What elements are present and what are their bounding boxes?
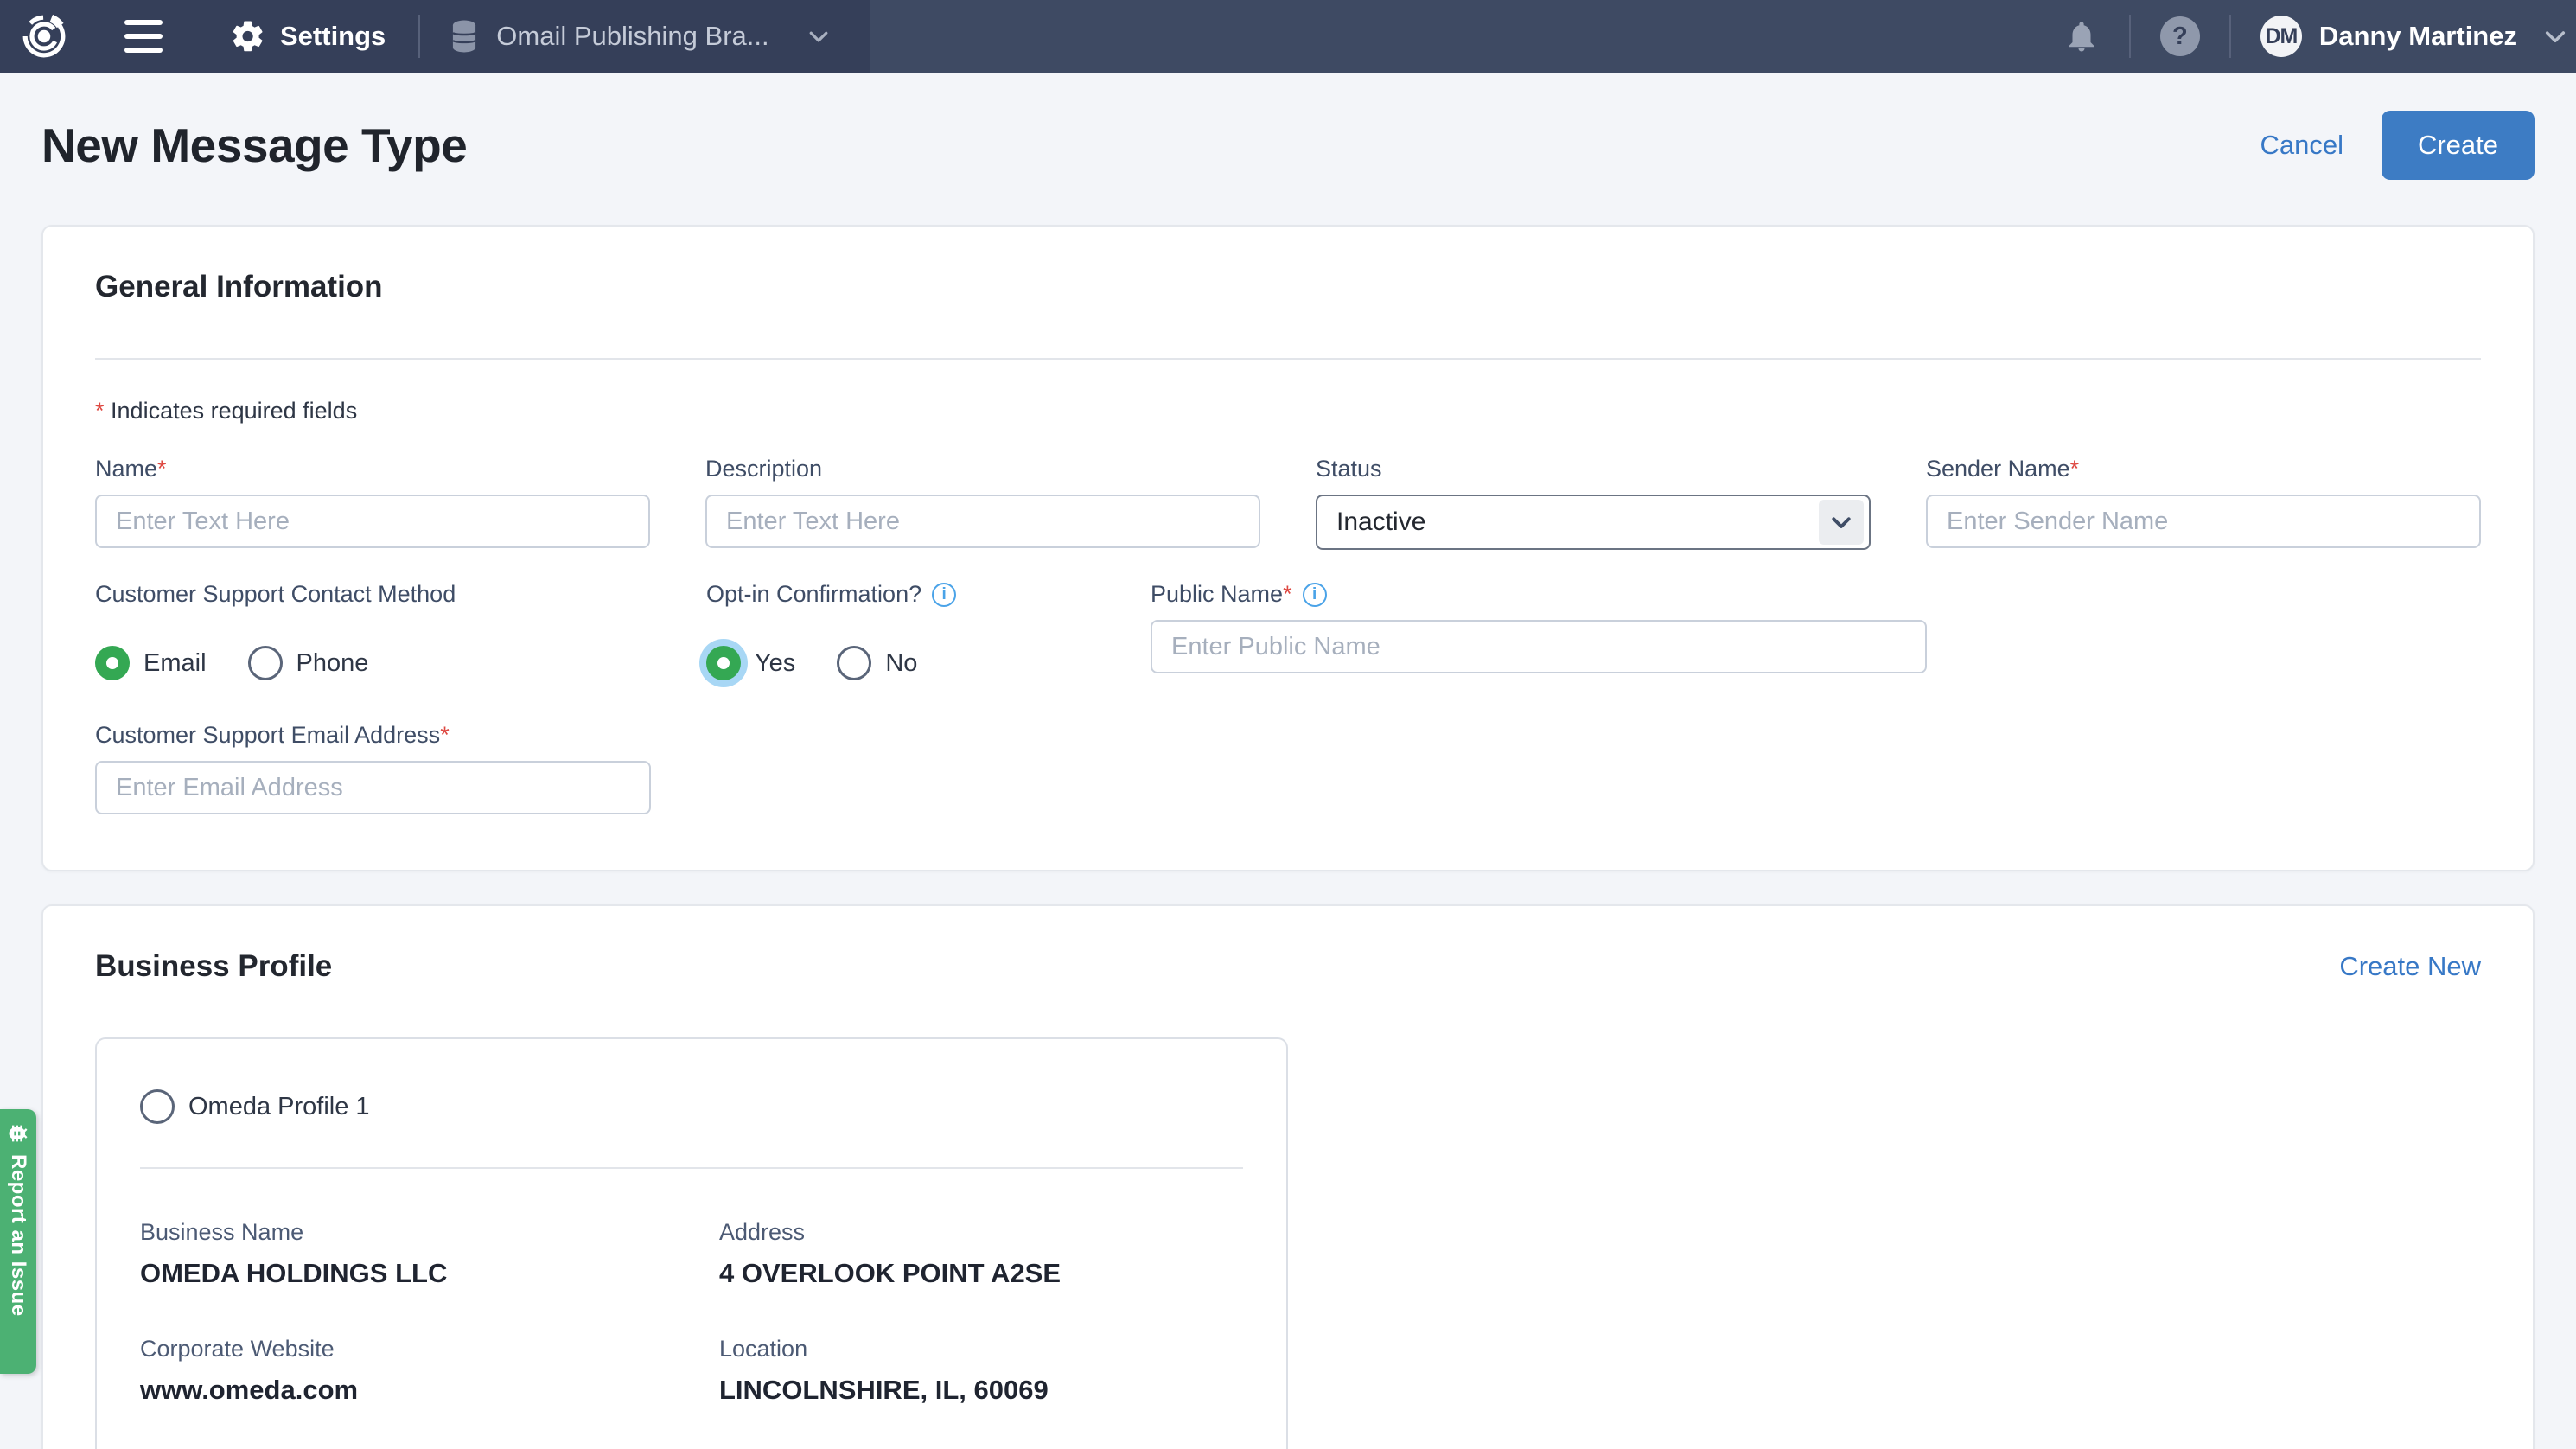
omeda-logo-icon[interactable]: [21, 13, 67, 60]
opt-in-group: Opt-in Confirmation? i Yes No: [706, 581, 1095, 691]
business-profile-heading: Business Profile: [95, 949, 332, 984]
form-row-1: Name* Description Status Inactive: [95, 456, 2481, 550]
required-asterisk: *: [1283, 581, 1292, 608]
general-information-heading: General Information: [95, 270, 2481, 304]
contact-method-group: Customer Support Contact Method Email Ph…: [95, 581, 651, 691]
required-asterisk: *: [440, 722, 450, 749]
settings-label: Settings: [280, 21, 386, 52]
required-asterisk: *: [95, 398, 105, 424]
navbar-divider: [2229, 15, 2231, 58]
public-name-field-group: Public Name* i: [1151, 581, 1927, 691]
navbar-left-segment: Settings Omail Publishing Bra...: [0, 0, 870, 73]
description-label: Description: [705, 456, 1260, 482]
business-profile-header: Business Profile Create New: [95, 949, 2481, 984]
business-profile-card: Business Profile Create New Omeda Profil…: [41, 904, 2535, 1449]
description-field-group: Description: [705, 456, 1260, 550]
help-glyph: ?: [2172, 22, 2188, 51]
name-field-group: Name*: [95, 456, 650, 550]
bug-icon: [6, 1121, 30, 1146]
status-field-group: Status Inactive: [1316, 456, 1871, 550]
name-label: Name*: [95, 456, 650, 482]
radio-email-selected[interactable]: [95, 646, 130, 680]
name-input[interactable]: [95, 495, 650, 548]
brand-selector-label: Omail Publishing Bra...: [496, 21, 768, 52]
detail-corporate-website: Corporate Website www.omeda.com: [140, 1336, 719, 1406]
navbar-divider: [418, 15, 420, 58]
profile-divider: [140, 1167, 1243, 1169]
omeda-profile-card: Omeda Profile 1 Business Name OMEDA HOLD…: [95, 1037, 1288, 1449]
page-header: New Message Type Cancel Create: [41, 111, 2535, 180]
radio-option-phone[interactable]: Phone: [248, 646, 369, 680]
support-email-input[interactable]: [95, 761, 651, 814]
opt-in-radio-row: Yes No: [706, 635, 1095, 691]
help-icon[interactable]: ?: [2160, 16, 2200, 56]
settings-menu-item[interactable]: Settings: [230, 18, 386, 54]
contact-method-label: Customer Support Contact Method: [95, 581, 651, 608]
support-email-label: Customer Support Email Address*: [95, 722, 651, 749]
required-fields-note: * Indicates required fields: [95, 398, 2481, 424]
radio-phone[interactable]: [248, 646, 283, 680]
chevron-down-icon: [1828, 509, 1854, 535]
radio-yes-selected[interactable]: [706, 646, 741, 680]
radio-no[interactable]: [837, 646, 871, 680]
page-title: New Message Type: [41, 118, 467, 173]
status-select[interactable]: Inactive: [1316, 495, 1871, 550]
radio-option-no[interactable]: No: [837, 646, 917, 680]
header-actions: Cancel Create: [2260, 111, 2535, 180]
profile-details-grid: Business Name OMEDA HOLDINGS LLC Address…: [140, 1219, 1243, 1406]
report-tab-label: Report an Issue: [6, 1154, 30, 1317]
cancel-button[interactable]: Cancel: [2260, 130, 2343, 161]
info-icon[interactable]: i: [932, 583, 956, 607]
hamburger-menu-icon[interactable]: [124, 20, 163, 53]
avatar-initials: DM: [2265, 24, 2297, 49]
detail-location: Location LINCOLNSHIRE, IL, 60069: [719, 1336, 1298, 1406]
public-name-input[interactable]: [1151, 620, 1927, 673]
form-row-2: Customer Support Contact Method Email Ph…: [95, 581, 2481, 691]
description-input[interactable]: [705, 495, 1260, 548]
user-name[interactable]: Danny Martinez: [2319, 21, 2517, 52]
detail-address: Address 4 OVERLOOK POINT A2SE: [719, 1219, 1298, 1289]
select-chevron-box: [1819, 500, 1864, 545]
info-icon[interactable]: i: [1303, 583, 1327, 607]
opt-in-label: Opt-in Confirmation? i: [706, 581, 1095, 608]
form-row-3: Customer Support Email Address*: [95, 722, 2481, 814]
section-divider: [95, 358, 2481, 360]
create-new-link[interactable]: Create New: [2339, 951, 2481, 982]
contact-method-radio-row: Email Phone: [95, 635, 651, 691]
required-asterisk: *: [2070, 456, 2080, 482]
public-name-label: Public Name* i: [1151, 581, 1927, 608]
avatar[interactable]: DM: [2260, 16, 2302, 57]
detail-business-name: Business Name OMEDA HOLDINGS LLC: [140, 1219, 719, 1289]
top-navbar: Settings Omail Publishing Bra... ? DM Da…: [0, 0, 2576, 73]
brand-selector-dropdown[interactable]: Omail Publishing Bra...: [448, 19, 831, 54]
sender-name-label: Sender Name*: [1926, 456, 2481, 482]
sender-name-input[interactable]: [1926, 495, 2481, 548]
database-icon: [448, 19, 481, 54]
sender-name-field-group: Sender Name*: [1926, 456, 2481, 550]
required-asterisk: *: [157, 456, 167, 482]
gear-icon: [230, 18, 266, 54]
chevron-down-icon: [806, 23, 832, 49]
navbar-divider: [2129, 15, 2131, 58]
general-information-card: General Information * Indicates required…: [41, 225, 2535, 871]
notifications-bell-icon[interactable]: [2063, 17, 2100, 55]
support-email-field-group: Customer Support Email Address*: [95, 722, 651, 814]
chevron-down-icon[interactable]: [2541, 22, 2569, 50]
radio-option-email[interactable]: Email: [95, 646, 207, 680]
status-label: Status: [1316, 456, 1871, 482]
status-select-value: Inactive: [1336, 507, 1425, 537]
create-button[interactable]: Create: [2382, 111, 2535, 180]
radio-option-omeda-profile-1[interactable]: Omeda Profile 1: [140, 1089, 1202, 1124]
report-an-issue-tab[interactable]: Report an Issue: [0, 1109, 36, 1374]
radio-omeda-profile-1[interactable]: [140, 1089, 175, 1124]
page-body: New Message Type Cancel Create General I…: [0, 111, 2576, 1449]
navbar-right: ? DM Danny Martinez: [2063, 0, 2576, 73]
radio-option-yes[interactable]: Yes: [706, 646, 795, 680]
